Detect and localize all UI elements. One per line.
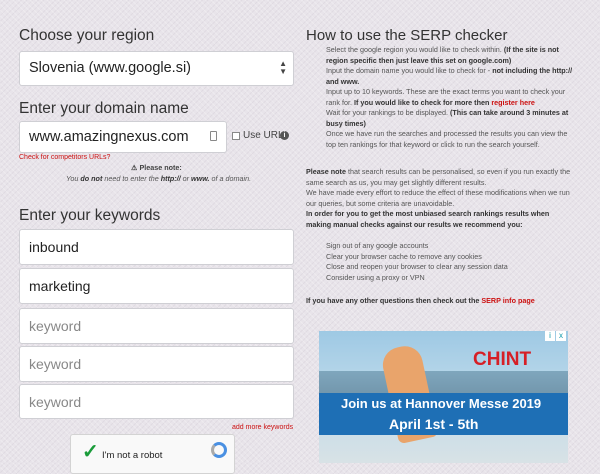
help-steps: Select the google region you would like … <box>326 45 574 150</box>
keywords-heading: Enter your keywords <box>19 207 161 224</box>
domain-note-bold3: www. <box>191 174 210 183</box>
domain-note-part4: of a domain. <box>209 174 252 183</box>
keyword-input-placeholder: keyword <box>29 356 82 372</box>
help-step: Select the google region you would like … <box>326 45 574 66</box>
recaptcha-logo-icon <box>211 442 227 458</box>
use-url-checkbox[interactable] <box>232 132 240 140</box>
domain-input-value: www.amazingnexus.com <box>29 129 189 145</box>
help-step-text: Input the domain name you would like to … <box>326 66 491 75</box>
please-note-line: ⚠ Please note: <box>131 163 182 174</box>
keyword-input-value: inbound <box>29 239 79 255</box>
keyword-input[interactable]: inbound <box>19 229 294 265</box>
keyword-input-placeholder: keyword <box>29 394 82 410</box>
domain-note-bold2: http:// <box>160 174 181 183</box>
domain-note-part2: need to enter the <box>102 174 161 183</box>
domain-note-part3: or <box>180 174 192 183</box>
keyword-input-placeholder: keyword <box>29 318 82 334</box>
help-heading: How to use the SERP checker <box>306 27 508 44</box>
help-note-bold: Please note <box>306 167 346 176</box>
ad-line2: April 1st - 5th <box>389 416 479 432</box>
help-note: We have made every effort to reduce the … <box>306 188 570 208</box>
tip-item: Sign out of any google accounts <box>326 241 429 250</box>
help-note: Please note that search results can be p… <box>306 167 574 188</box>
help-note-text: that search results can be personalised,… <box>306 167 571 187</box>
ad-blue-band: Join us at Hannover Messe 2019 April 1st… <box>319 393 568 435</box>
help-final-text: If you have any other questions then che… <box>306 296 480 305</box>
competitors-link[interactable]: Check for competitors URLs? <box>19 154 110 161</box>
region-select[interactable]: Slovenia (www.google.si) ▲ ▼ <box>19 51 294 86</box>
tip-item: Clear your browser cache to remove any c… <box>326 251 482 261</box>
domain-note-bold1: do not <box>80 174 103 183</box>
help-step-text: Select the google region you would like … <box>326 45 502 54</box>
keyword-input[interactable]: keyword <box>19 346 294 382</box>
keyword-input-value: marketing <box>29 278 91 294</box>
domain-note: You do not need to enter the http:// or … <box>66 174 251 185</box>
keyword-input[interactable]: marketing <box>19 268 294 304</box>
serp-info-link[interactable]: SERP info page <box>481 296 534 305</box>
keyword-input[interactable]: keyword <box>19 308 294 344</box>
help-final: If you have any other questions then che… <box>306 296 535 307</box>
register-link[interactable]: register here <box>491 98 535 107</box>
checkmark-icon[interactable]: ✓ <box>82 439 99 464</box>
help-note-bold: In order for you to get the most unbiase… <box>306 209 550 229</box>
recaptcha-label: I'm not a robot <box>102 450 163 461</box>
help-step: Once we have run the searches and proces… <box>326 129 568 149</box>
help-step-text: Wait for your rankings to be displayed. <box>326 108 448 117</box>
help-note: In order for you to get the most unbiase… <box>306 209 574 230</box>
please-note-title: Please note: <box>139 163 182 172</box>
use-url-label: Use URL <box>243 130 284 141</box>
autofill-icon <box>210 131 217 141</box>
help-step: Wait for your rankings to be displayed. … <box>326 108 574 129</box>
recaptcha-widget: ✓ I'm not a robot <box>70 434 235 474</box>
tip-item: Close and reopen your browser to clear a… <box>326 262 508 271</box>
domain-input[interactable]: www.amazingnexus.com <box>19 121 227 153</box>
ad-brand: CHINT <box>473 349 532 370</box>
domain-heading: Enter your domain name <box>19 100 189 117</box>
keyword-input[interactable]: keyword <box>19 384 294 419</box>
help-step: Input the domain name you would like to … <box>326 66 574 87</box>
info-icon[interactable]: i <box>280 131 289 140</box>
warning-icon: ⚠ <box>131 163 138 172</box>
tips-list: Sign out of any google accounts Clear yo… <box>326 241 508 283</box>
ad-line1: Join us at Hannover Messe 2019 <box>341 396 542 411</box>
ad-info-icon[interactable]: i <box>545 331 555 341</box>
region-heading: Choose your region <box>19 27 155 44</box>
tip-item: Consider using a proxy or VPN <box>326 272 425 282</box>
add-more-keywords-link[interactable]: add more keywords <box>232 424 293 431</box>
help-step: Input up to 10 keywords. These are the e… <box>326 87 574 108</box>
domain-note-part1: You <box>66 174 81 183</box>
help-notes: Please note that search results can be p… <box>306 167 574 230</box>
region-select-value: Slovenia (www.google.si) <box>29 60 191 76</box>
select-arrows-icon: ▲ ▼ <box>279 59 287 76</box>
ad-banner[interactable]: CHINT Join us at Hannover Messe 2019 Apr… <box>319 331 568 463</box>
ad-close-icon[interactable]: x <box>556 331 566 341</box>
help-step-bold: If you would like to check for more then <box>353 97 490 107</box>
